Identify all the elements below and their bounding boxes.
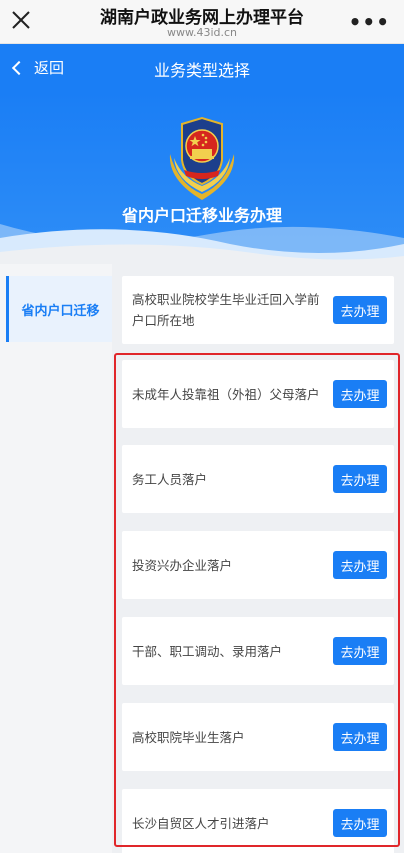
banner-wave: [0, 224, 404, 264]
page-title: 业务类型选择: [153, 61, 250, 80]
list-item: 未成年人投靠祖（外祖）父母落户 去办理: [122, 360, 394, 428]
service-label: 长沙自贸区人才引进落户: [132, 815, 270, 831]
service-label: 高校职院毕业生落户: [132, 729, 245, 745]
handle-button[interactable]: 去办理: [333, 465, 387, 493]
list-item: 投资兴办企业落户 去办理: [122, 531, 394, 599]
list-item: 务工人员落户 去办理: [122, 445, 394, 513]
more-menu-icon[interactable]: •••: [349, 12, 390, 32]
banner: 省内户口迁移业务办理: [0, 92, 404, 264]
police-emblem-icon: [169, 116, 235, 200]
service-label: 未成年人投靠祖（外祖）父母落户: [132, 386, 320, 402]
close-icon[interactable]: [10, 9, 32, 31]
browser-title: 湖南户政业务网上办理平台: [100, 8, 304, 28]
handle-button[interactable]: 去办理: [333, 551, 387, 579]
service-label: 务工人员落户: [132, 471, 208, 487]
service-label: 高校职业院校学生毕业迁回入学前户口所在地: [132, 292, 320, 328]
list-item: 干部、职工调动、录用落户 去办理: [122, 617, 394, 685]
handle-button[interactable]: 去办理: [333, 723, 387, 751]
category-sidebar: 省内户口迁移: [0, 264, 112, 853]
service-list: 高校职业院校学生毕业迁回入学前户口所在地 去办理 未成年人投靠祖（外祖）父母落户…: [112, 264, 404, 853]
service-label: 投资兴办企业落户: [132, 557, 233, 573]
list-item: 高校职院毕业生落户 去办理: [122, 703, 394, 771]
app-header: 返回 业务类型选择: [0, 44, 404, 92]
handle-button[interactable]: 去办理: [333, 296, 387, 324]
sidebar-item-label: 省内户口迁移: [21, 303, 100, 319]
list-item: 高校职业院校学生毕业迁回入学前户口所在地 去办理: [122, 276, 394, 344]
browser-url: www.43id.cn: [166, 26, 238, 39]
sidebar-item-provincial-migration[interactable]: 省内户口迁移: [6, 276, 112, 342]
handle-button[interactable]: 去办理: [333, 380, 387, 408]
service-label: 干部、职工调动、录用落户: [132, 643, 283, 659]
browser-bar: 湖南户政业务网上办理平台 www.43id.cn •••: [0, 0, 404, 44]
list-item: 长沙自贸区人才引进落户 去办理: [122, 789, 394, 853]
handle-button[interactable]: 去办理: [333, 809, 387, 837]
handle-button[interactable]: 去办理: [333, 637, 387, 665]
